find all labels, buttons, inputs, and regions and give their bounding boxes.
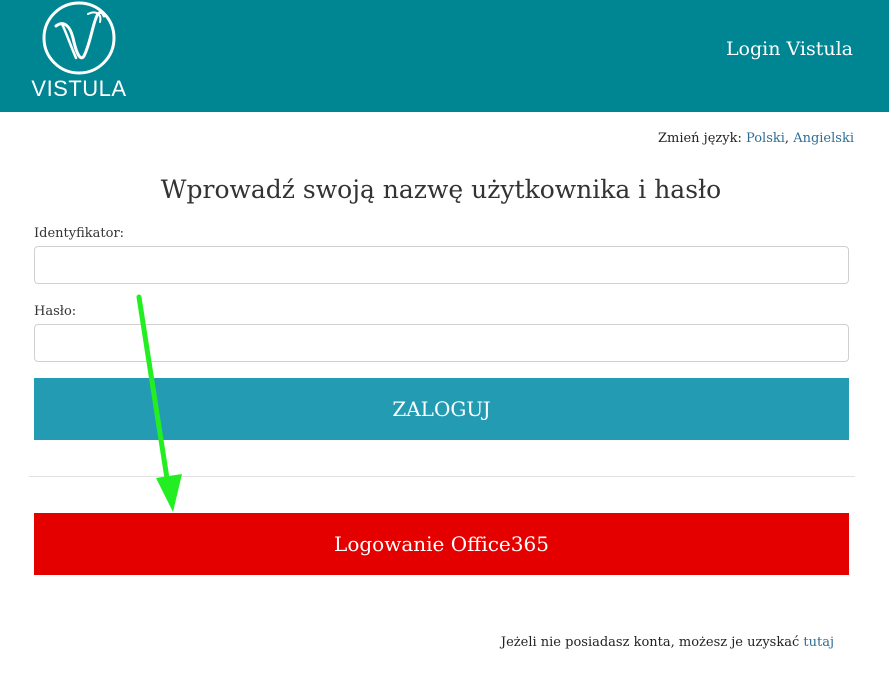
office365-login-button[interactable]: Logowanie Office365 xyxy=(34,513,849,575)
language-switcher: Zmień język: Polski, Angielski xyxy=(658,131,854,146)
divider xyxy=(29,476,855,477)
logo-text: VISTULA xyxy=(31,76,127,101)
register-note: Jeżeli nie posiadasz konta, możesz je uz… xyxy=(501,635,834,650)
vistula-logo[interactable]: VISTULA xyxy=(28,0,130,104)
register-text: Jeżeli nie posiadasz konta, możesz je uz… xyxy=(500,635,800,650)
language-link-english[interactable]: Angielski xyxy=(793,131,854,146)
header-title: Login Vistula xyxy=(725,38,853,60)
page-header: VISTULA Login Vistula xyxy=(0,0,889,112)
page-title: Wprowadź swoją nazwę użytkownika i hasło xyxy=(160,175,722,204)
password-label: Hasło: xyxy=(34,304,77,319)
language-link-polish[interactable]: Polski xyxy=(746,131,785,146)
language-label: Zmień język: xyxy=(657,131,742,146)
language-separator: , xyxy=(784,131,790,146)
username-label: Identyfikator: xyxy=(34,226,125,241)
password-input[interactable] xyxy=(34,324,849,362)
vistula-v-logo-icon xyxy=(42,1,116,75)
login-button[interactable]: ZALOGUJ xyxy=(34,378,849,440)
register-link[interactable]: tutaj xyxy=(803,635,834,650)
username-input[interactable] xyxy=(34,246,849,284)
